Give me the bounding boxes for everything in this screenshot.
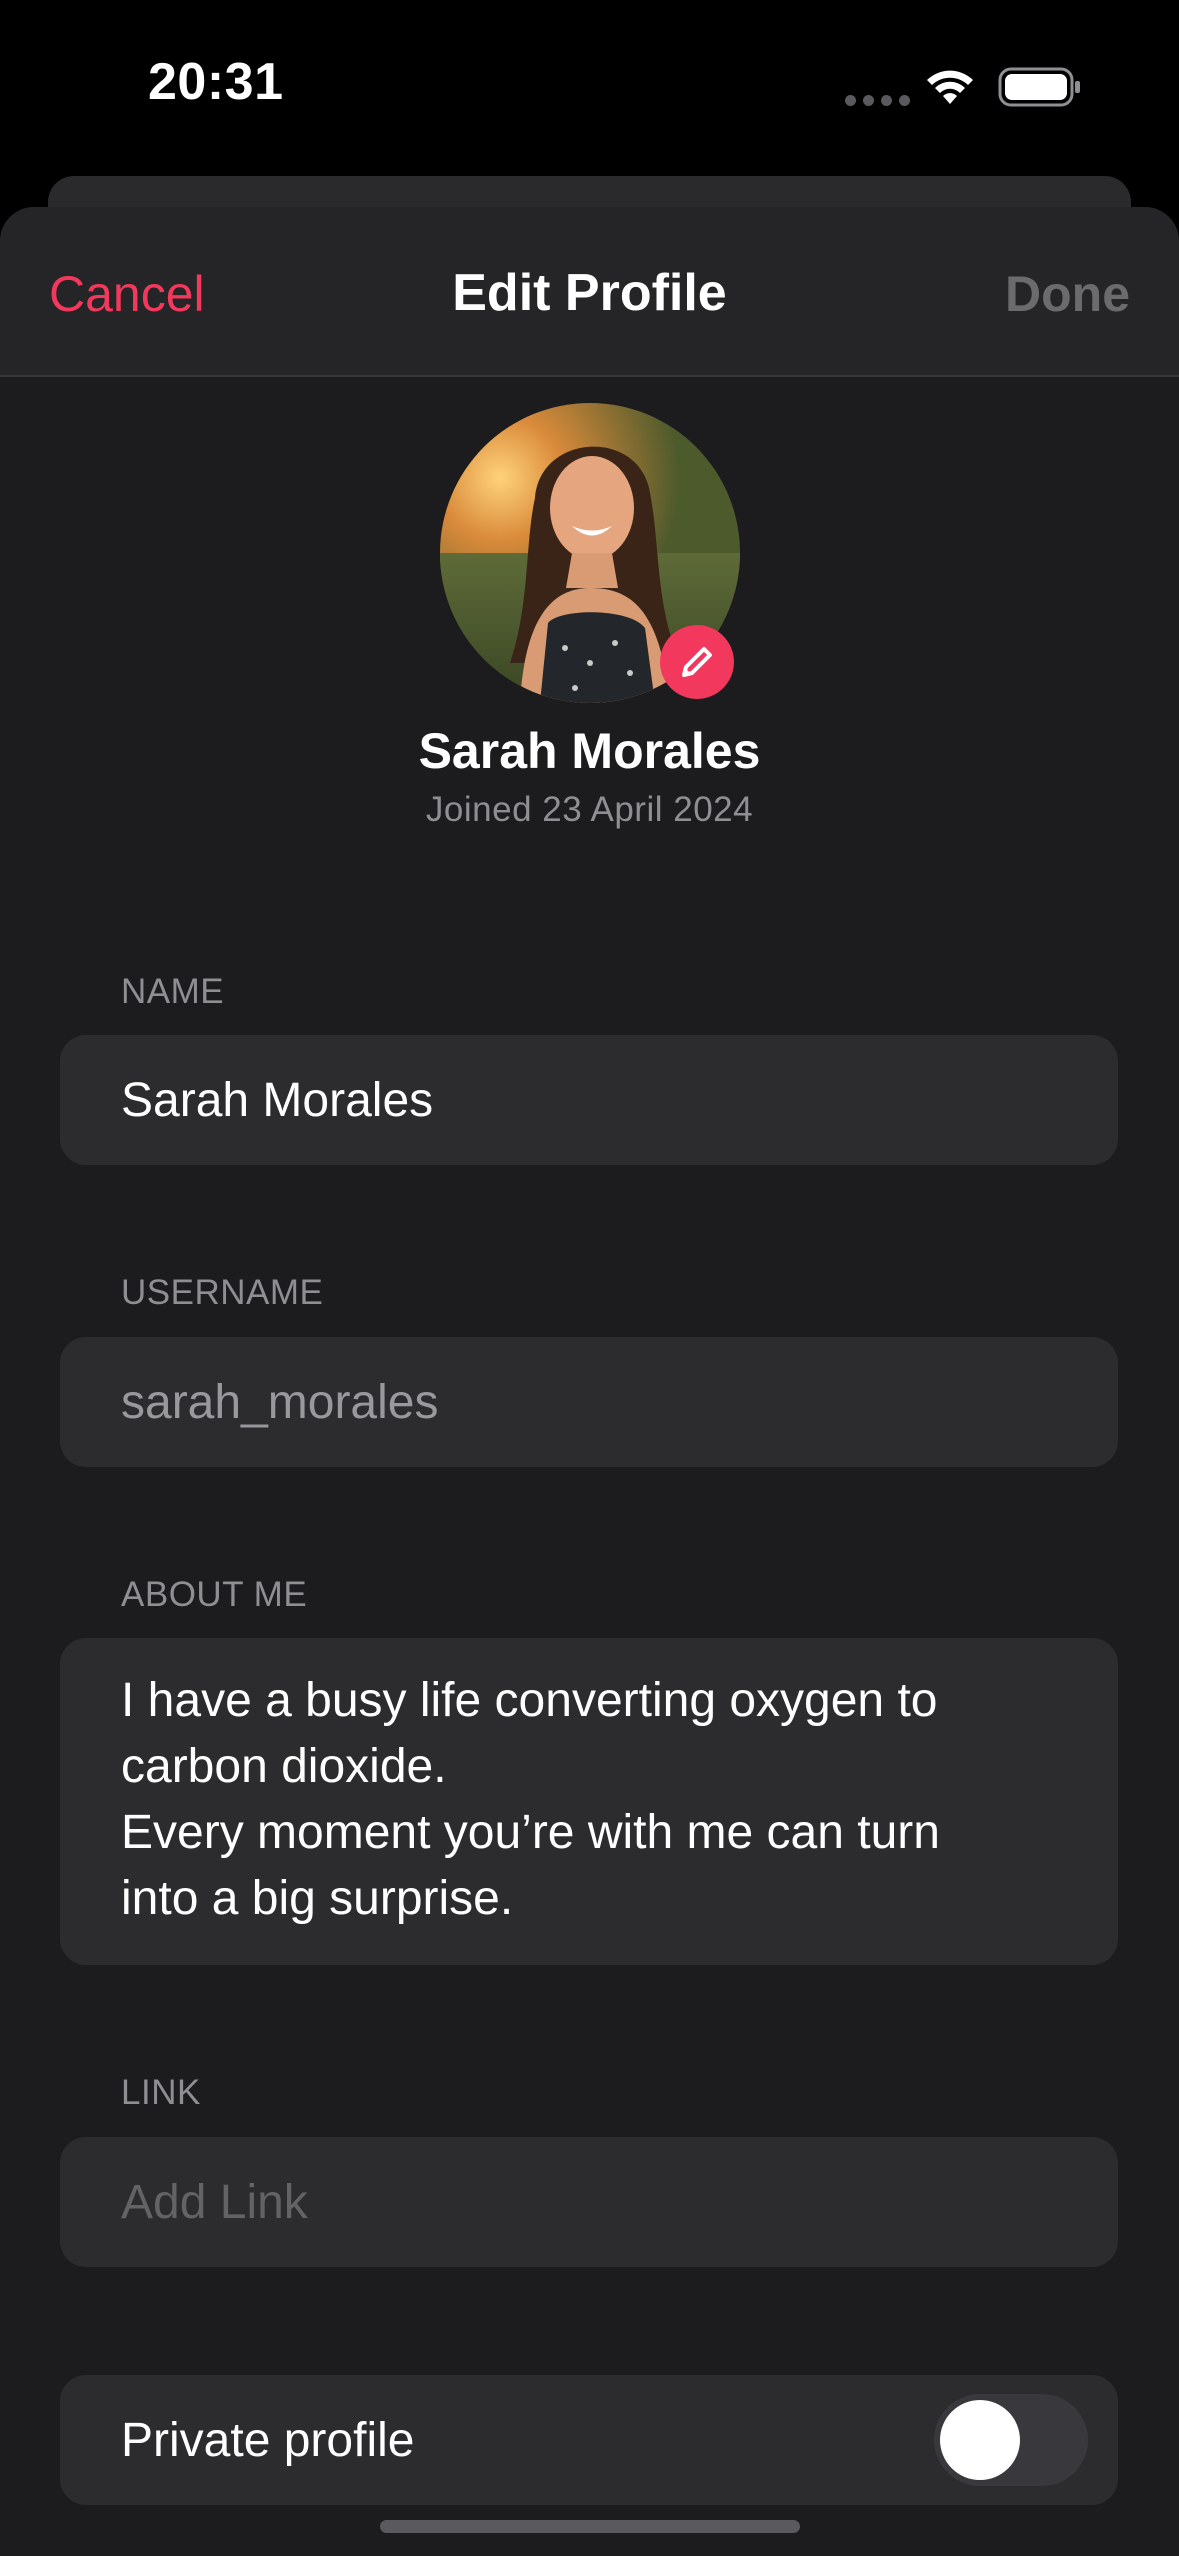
edit-avatar-button[interactable]	[660, 625, 734, 699]
pencil-icon	[682, 647, 712, 677]
edit-profile-sheet: Cancel Edit Profile Done Sarah Morales J…	[0, 207, 1179, 2556]
about-me-value: I have a busy life converting oxygen to …	[121, 1674, 940, 1925]
link-placeholder: Add Link	[121, 2175, 308, 2229]
wifi-icon	[927, 70, 973, 104]
about-me-field[interactable]: I have a busy life converting oxygen to …	[60, 1638, 1118, 1965]
page-title: Edit Profile	[452, 264, 727, 322]
name-field[interactable]: Sarah Morales	[60, 1035, 1118, 1165]
about-me-label: ABOUT ME	[121, 1575, 308, 1614]
username-label: USERNAME	[121, 1273, 324, 1312]
username-field[interactable]: sarah_morales	[60, 1337, 1118, 1467]
link-label: LINK	[121, 2073, 201, 2112]
name-label: NAME	[121, 972, 225, 1011]
private-profile-label: Private profile	[121, 2413, 415, 2467]
private-profile-toggle[interactable]	[934, 2394, 1088, 2486]
private-profile-row: Private profile	[60, 2375, 1118, 2505]
profile-name: Sarah Morales	[418, 723, 761, 779]
link-field[interactable]: Add Link	[60, 2137, 1118, 2267]
status-bar: 20:31	[0, 0, 1179, 175]
username-value: sarah_morales	[121, 1375, 439, 1429]
done-button[interactable]: Done	[1005, 265, 1130, 323]
home-indicator	[380, 2520, 800, 2533]
status-time: 20:31	[148, 53, 284, 111]
cellular-signal-icon	[845, 95, 910, 106]
name-value: Sarah Morales	[121, 1073, 434, 1127]
navigation-bar: Cancel Edit Profile Done	[0, 207, 1179, 377]
toggle-knob	[940, 2400, 1020, 2480]
profile-joined-date: Joined 23 April 2024	[425, 790, 754, 829]
battery-icon	[998, 67, 1080, 107]
